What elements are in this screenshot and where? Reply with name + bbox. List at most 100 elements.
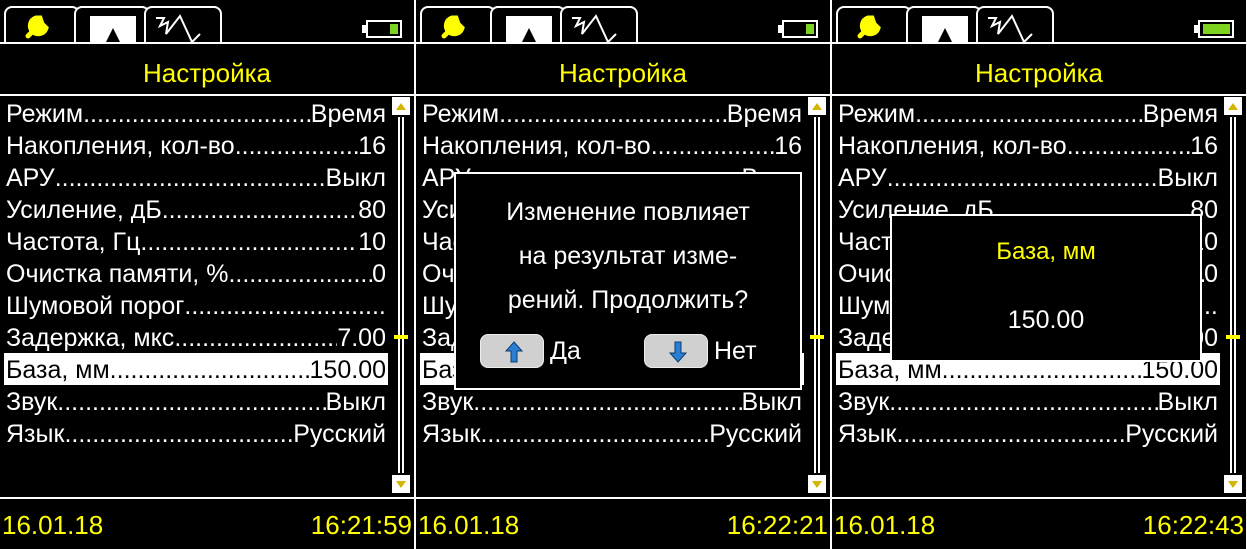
menu-item-value: 0 [1204, 260, 1218, 288]
menu-item-value: Русский [709, 420, 802, 448]
title-divider [0, 94, 414, 96]
menu-item-value: 16 [774, 132, 802, 160]
menu-item-value: 80 [358, 196, 386, 224]
menu-item[interactable]: Язык Русский [836, 417, 1220, 449]
scroll-up-icon[interactable] [392, 97, 410, 115]
tab-divider [832, 42, 1246, 44]
menu-item[interactable]: Частота, Гц 10 [4, 225, 388, 257]
menu-item-label: Режим [422, 100, 500, 128]
menu-item[interactable]: Накопления, кол-во 16 [4, 129, 388, 161]
menu-item[interactable]: Очистка памяти, % 0 [4, 257, 388, 289]
menu-item-leader [480, 419, 709, 449]
menu-item[interactable]: Звук Выкл [836, 385, 1220, 417]
menu-item-leader [887, 163, 1158, 193]
dialog-message-line: рений. Продолжить? [507, 286, 749, 314]
menu-item-label: Накопления, кол-во [422, 132, 651, 160]
device-screen-2: Настройка Режим Время Накопления, кол-во 16… [416, 0, 830, 549]
scroll-up-icon[interactable] [1224, 97, 1242, 115]
scroll-down-icon[interactable] [392, 475, 410, 493]
menu-item[interactable]: Звук Выкл [4, 385, 388, 417]
menu-item-value: 10 [358, 228, 386, 256]
menu-item[interactable]: Язык Русский [420, 417, 804, 449]
scroll-down-icon[interactable] [808, 475, 826, 493]
scroll-thumb[interactable] [810, 335, 824, 339]
tab-bar [0, 0, 414, 44]
tab-bar [416, 0, 830, 44]
yes-button[interactable]: Да [480, 334, 581, 368]
menu-item-leader [140, 227, 358, 257]
menu-item-label: Шумовой порог [6, 292, 185, 320]
scroll-down-icon[interactable] [1224, 475, 1242, 493]
footer-divider [416, 497, 830, 499]
menu-item[interactable]: Накопления, кол-во 16 [836, 129, 1220, 161]
scroll-up-icon[interactable] [808, 97, 826, 115]
menu-item-label: АРУ [838, 164, 887, 192]
battery-level [806, 24, 814, 34]
yes-label: Да [550, 336, 581, 365]
no-button[interactable]: Нет [644, 334, 757, 368]
scrollbar[interactable] [1224, 97, 1242, 493]
status-date: 16.01.18 [418, 510, 520, 540]
tab-profile[interactable] [490, 6, 566, 44]
battery-level [1203, 24, 1230, 34]
arrow-up-key[interactable] [480, 334, 544, 368]
menu-item-value: 150.00 [309, 356, 386, 384]
menu-item[interactable]: Режим Время [4, 97, 388, 129]
status-time: 16:22:43 [1142, 510, 1244, 540]
tab-settings[interactable] [4, 6, 80, 44]
menu-item-value: Русский [293, 420, 386, 448]
arrow-down-icon [669, 341, 687, 363]
scroll-thumb[interactable] [394, 335, 408, 339]
menu-item-value: 0 [372, 260, 386, 288]
menu-item[interactable]: АРУ Выкл [836, 161, 1220, 193]
tab-settings[interactable] [836, 6, 912, 44]
settings-menu: РежимВремяНакопления, кол-во16АРУВыклУси… [4, 97, 388, 449]
arrow-up-icon [505, 341, 523, 363]
tab-divider [0, 42, 414, 44]
menu-item-label: Язык [6, 420, 65, 448]
menu-item-label: Накопления, кол-во [838, 132, 1067, 160]
menu-item[interactable]: Усиление, дБ 80 [4, 193, 388, 225]
tab-settings[interactable] [420, 6, 496, 44]
menu-item-value: Выкл [1157, 388, 1218, 416]
profile-icon [506, 16, 552, 42]
menu-item[interactable]: База, мм 150.00 [4, 353, 388, 385]
menu-item-label: Язык [838, 420, 897, 448]
menu-item[interactable]: Язык Русский [4, 417, 388, 449]
tab-signal[interactable] [976, 6, 1054, 44]
menu-item-label: Накопления, кол-во [6, 132, 235, 160]
tab-profile[interactable] [74, 6, 150, 44]
menu-item-leader [915, 99, 1143, 129]
menu-item[interactable]: Режим Время [420, 97, 804, 129]
menu-item[interactable]: Накопления, кол-во 16 [420, 129, 804, 161]
device-screen-3: Настройка Режим Время Накопления, кол-во 16… [832, 0, 1246, 549]
tab-bar [832, 0, 1246, 44]
menu-item-value: Выкл [741, 388, 802, 416]
value-dialog-value[interactable]: 150.00 [892, 306, 1200, 335]
menu-item[interactable]: Задержка, мкс 7.00 [4, 321, 388, 353]
menu-item-leader [57, 387, 325, 417]
tab-divider [416, 42, 830, 44]
menu-item-value: Русский [1125, 420, 1218, 448]
wrench-icon [857, 15, 881, 39]
scrollbar[interactable] [808, 97, 826, 493]
arrow-down-key[interactable] [644, 334, 708, 368]
scrollbar[interactable] [392, 97, 410, 493]
signal-icon [988, 14, 1033, 44]
scroll-track [1230, 117, 1236, 473]
menu-item-leader [473, 387, 741, 417]
tab-signal[interactable] [144, 6, 222, 44]
signal-icon [156, 14, 201, 44]
status-time: 16:22:21 [726, 510, 828, 540]
scroll-thumb[interactable] [1226, 335, 1240, 339]
menu-item-leader [896, 419, 1125, 449]
menu-item-leader [235, 131, 358, 161]
title-divider [416, 94, 830, 96]
menu-item[interactable]: Шумовой порог [4, 289, 388, 321]
battery-level [390, 24, 398, 34]
menu-item-leader [174, 323, 337, 353]
tab-profile[interactable] [906, 6, 982, 44]
menu-item[interactable]: АРУ Выкл [4, 161, 388, 193]
tab-signal[interactable] [560, 6, 638, 44]
menu-item[interactable]: Режим Время [836, 97, 1220, 129]
